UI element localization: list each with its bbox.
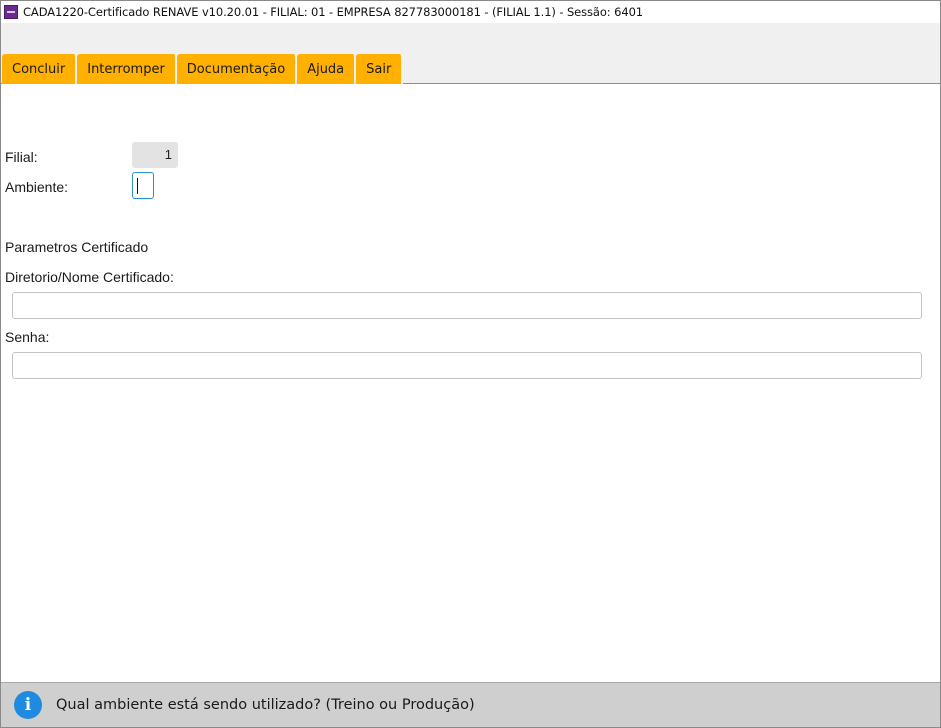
app-window: CADA1220-Certificado RENAVE v10.20.01 - … xyxy=(0,0,941,728)
section-title: Parametros Certificado xyxy=(5,239,149,255)
senha-input[interactable] xyxy=(12,352,922,379)
action-tabs: Concluir Interromper Documentação Ajuda … xyxy=(2,54,404,84)
filial-label: Filial: xyxy=(5,149,38,165)
diretorio-input[interactable] xyxy=(12,292,922,319)
app-icon xyxy=(4,5,18,19)
diretorio-label: Diretorio/Nome Certificado: xyxy=(5,269,174,285)
documentacao-button[interactable]: Documentação xyxy=(176,54,298,84)
title-bar: CADA1220-Certificado RENAVE v10.20.01 - … xyxy=(1,1,940,23)
concluir-button[interactable]: Concluir xyxy=(2,54,78,84)
ambiente-label: Ambiente: xyxy=(5,179,69,195)
sair-button[interactable]: Sair xyxy=(356,54,404,84)
senha-label: Senha: xyxy=(5,329,50,345)
text-caret xyxy=(137,178,138,194)
filial-field: 1 xyxy=(132,142,178,168)
form-area: Filial: 1 Ambiente: Parametros Certifica… xyxy=(1,85,940,682)
info-icon: i xyxy=(14,691,42,719)
window-title: CADA1220-Certificado RENAVE v10.20.01 - … xyxy=(23,5,644,19)
interromper-button[interactable]: Interromper xyxy=(77,54,177,84)
ambiente-input[interactable] xyxy=(132,172,154,199)
status-message: Qual ambiente está sendo utilizado? (Tre… xyxy=(56,697,475,713)
ajuda-button[interactable]: Ajuda xyxy=(297,54,357,84)
toolbar: Concluir Interromper Documentação Ajuda … xyxy=(1,23,940,84)
status-bar: i Qual ambiente está sendo utilizado? (T… xyxy=(1,682,940,727)
